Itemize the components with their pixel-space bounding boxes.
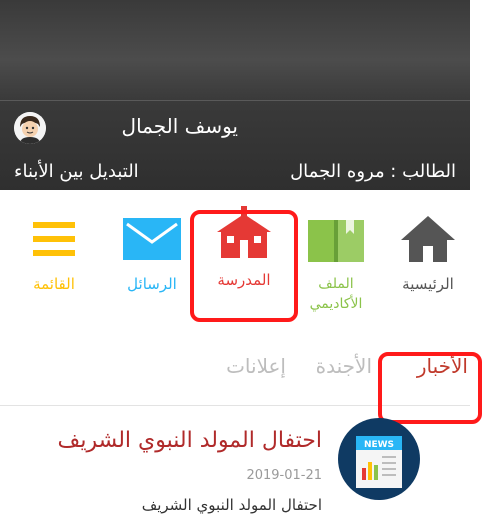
book-icon [308, 220, 364, 262]
news-title[interactable]: احتفال المولد النبوي الشريف [58, 428, 322, 453]
nav-item-menu[interactable]: القائمة [8, 200, 100, 320]
nav-label-menu: القائمة [33, 275, 75, 293]
user-avatar-icon [14, 112, 46, 144]
nav-label-home: الرئيسية [402, 275, 454, 293]
home-icon [401, 216, 455, 262]
newspaper-icon: NEWS [356, 436, 402, 488]
switch-children-link[interactable]: التبديل بين الأبناء [14, 161, 139, 182]
nav-item-home[interactable]: الرئيسية [382, 200, 474, 320]
highlight-news-tab [378, 352, 482, 424]
nav-label-academic: الملف الأكاديمي [309, 276, 363, 312]
menu-icon [33, 222, 75, 256]
tab-agenda[interactable]: الأجندة [316, 354, 372, 378]
news-icon-text: NEWS [364, 440, 394, 450]
header-divider [0, 100, 470, 101]
nav-label-messages: الرسائل [127, 275, 177, 293]
avatar[interactable] [14, 112, 46, 144]
news-icon: NEWS [338, 418, 420, 500]
news-date: 2019-01-21 [246, 468, 322, 483]
tab-announcements[interactable]: إعلانات [226, 354, 286, 378]
nav-item-academic[interactable]: الملف الأكاديمي [290, 200, 382, 320]
highlight-school [190, 210, 298, 322]
nav-item-messages[interactable]: الرسائل [106, 200, 198, 320]
student-label: الطالب : مروه الجمال [290, 161, 456, 182]
user-name: يوسف الجمال [121, 114, 238, 138]
app-header: يوسف الجمال الطالب : مروه الجمال التبديل… [0, 0, 470, 190]
envelope-icon [123, 218, 181, 260]
news-description: احتفال المولد النبوي الشريف [141, 496, 322, 514]
